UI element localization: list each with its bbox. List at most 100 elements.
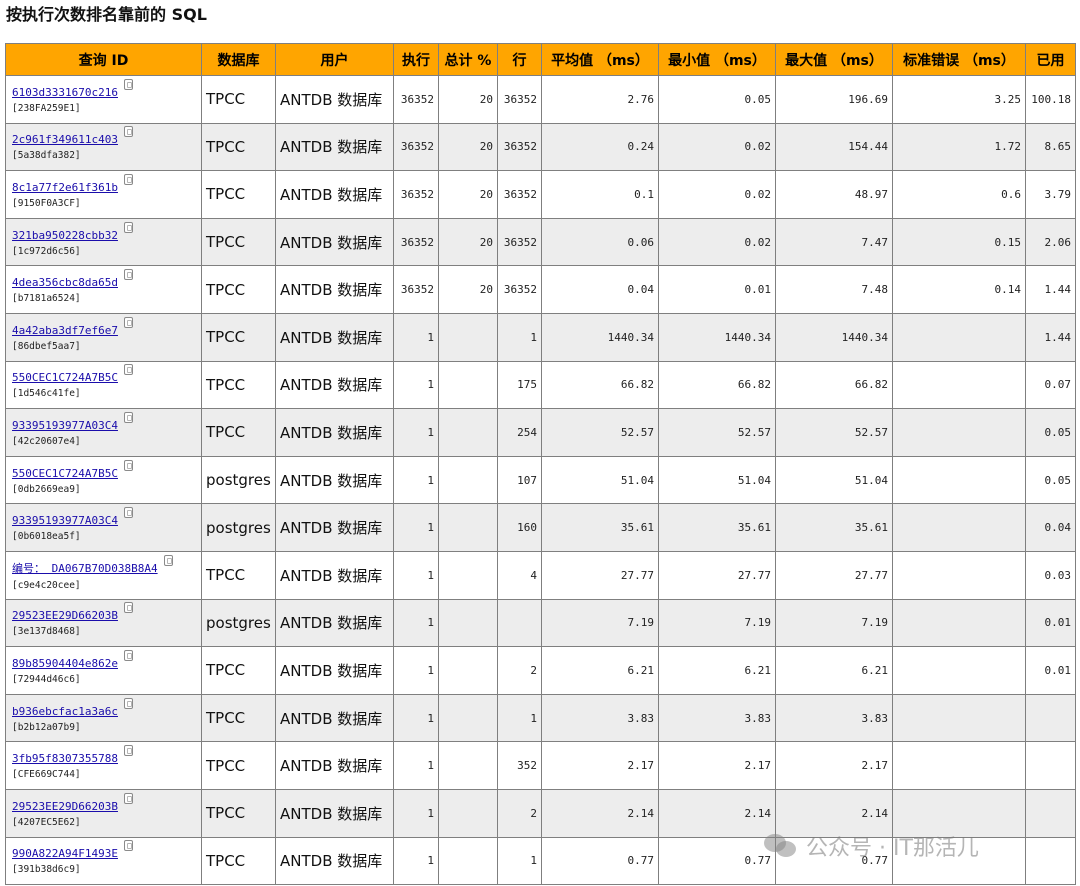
cell-used (1025, 788, 1076, 838)
cell-user: ANTDB 数据库 (275, 836, 394, 886)
copy-icon[interactable] (123, 840, 133, 852)
cell-min: 51.04 (658, 455, 776, 505)
query-id-link[interactable]: 4dea356cbc8da65d (12, 276, 118, 289)
query-id-link[interactable]: 编号： DA067B70D038B8A4 (12, 562, 158, 575)
cell-stderr (892, 360, 1026, 410)
cell-rows: 175 (497, 360, 542, 410)
table-row: 550CEC1C724A7B5C [1d546c41fe] TPCC ANTDB 数据… (5, 360, 1076, 410)
col-header-max[interactable]: 最大值 （ms） (775, 43, 893, 76)
copy-icon[interactable] (123, 411, 133, 423)
table-row: 3fb95f8307355788 [CFE669C744] TPCC ANTDB 数据… (5, 741, 1076, 790)
query-sub-id: [c9e4c20cee] (12, 579, 81, 591)
query-id-link[interactable]: 6103d3331670c216 (12, 86, 118, 99)
table-row: 89b85904404e862e [72944d46c6] TPCC ANTDB 数据… (5, 646, 1076, 695)
cell-min: 1440.34 (658, 312, 776, 362)
query-id-link[interactable]: 93395193977A03C4 (12, 514, 118, 527)
cell-rows (497, 598, 542, 648)
col-header-database[interactable]: 数据库 (201, 43, 276, 76)
copy-icon[interactable] (123, 364, 133, 376)
cell-rows: 160 (497, 503, 542, 552)
table-row: 29523EE29D66203B [4207EC5E62] TPCC ANTDB 数据… (5, 788, 1076, 838)
cell-used: 3.79 (1025, 170, 1076, 219)
query-id-link[interactable]: 3fb95f8307355788 (12, 752, 118, 765)
query-id-link[interactable]: 29523EE29D66203B (12, 800, 118, 813)
cell-avg: 1440.34 (541, 312, 659, 362)
cell-stderr (892, 741, 1026, 790)
query-sub-id: [b7181a6524] (12, 293, 81, 305)
copy-icon[interactable] (123, 507, 133, 519)
cell-min: 3.83 (658, 693, 776, 743)
copy-icon[interactable] (123, 459, 133, 471)
cell-min: 0.77 (658, 836, 776, 886)
copy-icon[interactable] (123, 649, 133, 661)
query-id-link[interactable]: 8c1a77f2e61f361b (12, 181, 118, 194)
query-sub-id: [4207EC5E62] (12, 816, 81, 828)
cell-user: ANTDB 数据库 (275, 265, 394, 314)
copy-icon[interactable] (123, 792, 133, 804)
query-sub-id: [5a38dfa382] (12, 150, 81, 162)
col-header-avg[interactable]: 平均值 （ms） (541, 43, 659, 76)
cell-user: ANTDB 数据库 (275, 550, 394, 600)
query-sub-id: [9150F0A3CF] (12, 197, 81, 209)
cell-query-id: b936ebcfac1a3a6c [b2b12a07b9] (5, 693, 202, 743)
cell-user: ANTDB 数据库 (275, 693, 394, 743)
table-row: 990A822A94F1493E [391b38d6c9] TPCC ANTDB 数据… (5, 836, 1076, 886)
cell-avg: 35.61 (541, 503, 659, 552)
col-header-used[interactable]: 已用 (1025, 43, 1076, 76)
query-id-link[interactable]: b936ebcfac1a3a6c (12, 705, 118, 718)
cell-stderr (892, 503, 1026, 552)
copy-icon[interactable] (123, 173, 133, 185)
cell-avg: 7.19 (541, 598, 659, 648)
cell-max: 52.57 (775, 408, 893, 457)
cell-user: ANTDB 数据库 (275, 408, 394, 457)
col-header-user[interactable]: 用户 (275, 43, 394, 76)
cell-avg: 52.57 (541, 408, 659, 457)
query-sub-id: [0b6018ea5f] (12, 531, 81, 543)
copy-icon[interactable] (123, 745, 133, 757)
query-sub-id: [391b38d6c9] (12, 864, 81, 876)
cell-used (1025, 693, 1076, 743)
cell-database: TPCC (201, 122, 276, 172)
query-id-link[interactable]: 2c961f349611c403 (12, 133, 118, 146)
query-id-link[interactable]: 93395193977A03C4 (12, 419, 118, 432)
query-id-link[interactable]: 321ba950228cbb32 (12, 229, 118, 242)
cell-total-pct (438, 312, 498, 362)
col-header-total-pct[interactable]: 总计 % (438, 43, 498, 76)
cell-stderr: 0.14 (892, 265, 1026, 314)
col-header-stderr[interactable]: 标准错误 （ms） (892, 43, 1026, 76)
col-header-rows[interactable]: 行 (497, 43, 542, 76)
cell-min: 27.77 (658, 550, 776, 600)
query-id-link[interactable]: 550CEC1C724A7B5C (12, 371, 118, 384)
cell-exec: 1 (393, 598, 439, 648)
copy-icon[interactable] (123, 269, 133, 281)
copy-icon[interactable] (123, 602, 133, 614)
cell-query-id: 29523EE29D66203B [3e137d8468] (5, 598, 202, 648)
query-id-link[interactable]: 550CEC1C724A7B5C (12, 467, 118, 480)
query-id-link[interactable]: 4a42aba3df7ef6e7 (12, 324, 118, 337)
cell-exec: 36352 (393, 217, 439, 267)
cell-total-pct (438, 741, 498, 790)
query-id-link[interactable]: 990A822A94F1493E (12, 847, 118, 860)
copy-icon[interactable] (123, 316, 133, 328)
col-header-min[interactable]: 最小值 （ms） (658, 43, 776, 76)
cell-total-pct (438, 788, 498, 838)
copy-icon[interactable] (163, 554, 173, 566)
cell-stderr (892, 455, 1026, 505)
copy-icon[interactable] (123, 221, 133, 233)
copy-icon[interactable] (123, 697, 133, 709)
cell-avg: 0.77 (541, 836, 659, 886)
query-id-link[interactable]: 29523EE29D66203B (12, 609, 118, 622)
copy-icon[interactable] (123, 126, 133, 138)
cell-used: 0.04 (1025, 503, 1076, 552)
cell-query-id: 2c961f349611c403 [5a38dfa382] (5, 122, 202, 172)
cell-user: ANTDB 数据库 (275, 75, 394, 124)
copy-icon[interactable] (123, 78, 133, 90)
cell-exec: 1 (393, 360, 439, 410)
cell-max: 7.47 (775, 217, 893, 267)
query-id-link[interactable]: 89b85904404e862e (12, 657, 118, 670)
col-header-exec[interactable]: 执行 (393, 43, 439, 76)
col-header-query-id[interactable]: 查询 ID (5, 43, 202, 76)
cell-min: 66.82 (658, 360, 776, 410)
cell-user: ANTDB 数据库 (275, 503, 394, 552)
cell-used: 0.01 (1025, 646, 1076, 695)
